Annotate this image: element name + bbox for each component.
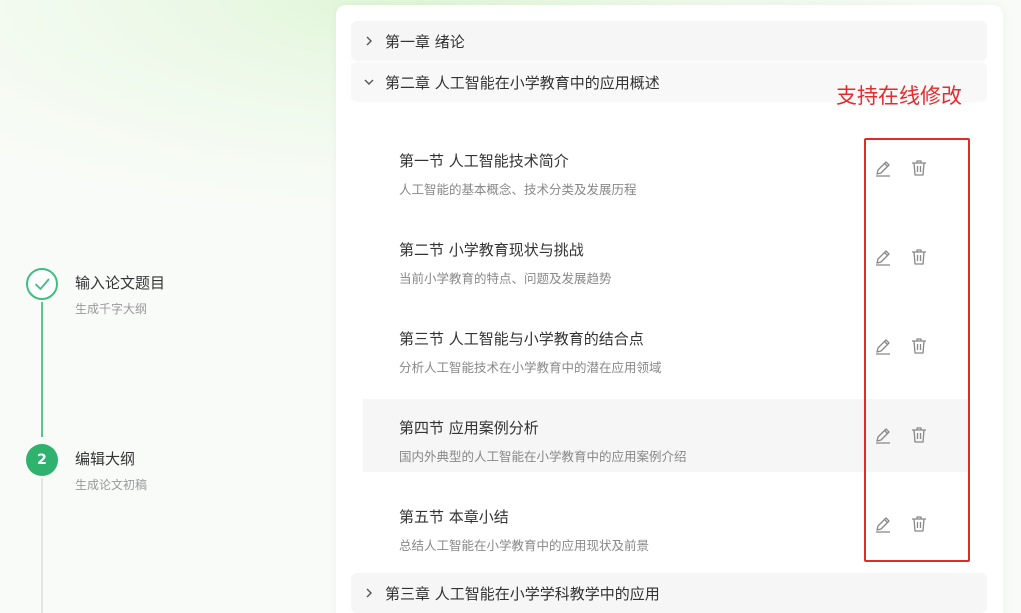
step-subtitle: 生成千字大纲 [75, 302, 148, 316]
chapter-row[interactable]: 第一章 绪论 [351, 21, 987, 61]
step-title: 编辑大纲 [75, 450, 136, 468]
section-title: 第二节 小学教育现状与挑战 [399, 241, 584, 259]
step-subtitle: 生成论文初稿 [75, 478, 148, 492]
step-connector [41, 478, 43, 613]
chevron-right-icon[interactable] [363, 35, 375, 47]
chapter-row[interactable]: 第三章 人工智能在小学学科教学中的应用 [351, 573, 987, 613]
section-desc: 分析人工智能技术在小学教育中的潜在应用领域 [399, 360, 662, 375]
chapter-label: 第一章 绪论 [385, 32, 465, 51]
step-title: 输入论文题目 [75, 274, 166, 292]
section-title: 第三节 人工智能与小学教育的结合点 [399, 330, 644, 348]
section-title: 第五节 本章小结 [399, 508, 509, 526]
chapter-label: 第三章 人工智能在小学学科教学中的应用 [385, 584, 660, 603]
step-number-badge: 2 [26, 444, 58, 476]
chapter-label: 第二章 人工智能在小学教育中的应用概述 [385, 73, 660, 92]
annotation-highlight-box [864, 138, 970, 562]
step-edit-outline: 2 编辑大纲 生成论文初稿 [26, 444, 147, 493]
section-title: 第一节 人工智能技术简介 [399, 152, 569, 170]
section-desc: 总结人工智能在小学教育中的应用现状及前景 [399, 538, 650, 553]
section-desc: 国内外典型的人工智能在小学教育中的应用案例介绍 [399, 449, 687, 464]
section-title: 第四节 应用案例分析 [399, 419, 539, 437]
step-check-circle [26, 268, 58, 300]
step-connector [41, 302, 43, 437]
chevron-down-icon[interactable] [363, 76, 375, 88]
check-icon [35, 278, 50, 290]
section-desc: 人工智能的基本概念、技术分类及发展历程 [399, 182, 637, 197]
section-desc: 当前小学教育的特点、问题及发展趋势 [399, 271, 612, 286]
step-input-title: 输入论文题目 生成千字大纲 [26, 268, 165, 317]
chevron-right-icon[interactable] [363, 587, 375, 599]
annotation-label: 支持在线修改 [836, 84, 962, 108]
